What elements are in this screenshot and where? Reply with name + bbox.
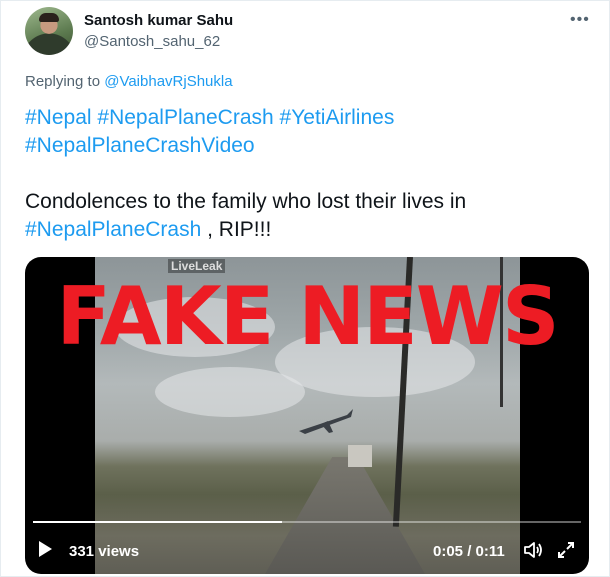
volume-icon[interactable] bbox=[523, 541, 543, 559]
user-handle[interactable]: @Santosh_sahu_62 bbox=[84, 33, 220, 50]
avatar[interactable] bbox=[25, 7, 73, 55]
tweet-card: Santosh kumar Sahu @Santosh_sahu_62 ••• … bbox=[0, 0, 610, 577]
tweet-body-line-2: #NepalPlaneCrash , RIP!!! bbox=[25, 216, 271, 244]
play-icon[interactable] bbox=[39, 541, 52, 557]
tweet-body-suffix: , RIP!!! bbox=[201, 218, 272, 241]
hashtag-link[interactable]: #NepalPlaneCrash bbox=[25, 218, 201, 241]
video-player[interactable]: LiveLeak FAKE NEWS 331 views 0:05 / 0:11 bbox=[25, 257, 589, 574]
replying-prefix: Replying to bbox=[25, 73, 105, 90]
display-name[interactable]: Santosh kumar Sahu bbox=[84, 12, 233, 29]
hashtag-link[interactable]: #Nepal bbox=[25, 106, 92, 129]
hashtag-line-2: #NepalPlaneCrashVideo bbox=[25, 132, 255, 160]
video-progress-bar[interactable] bbox=[33, 521, 581, 523]
fullscreen-icon[interactable] bbox=[557, 541, 575, 559]
video-time: 0:05 / 0:11 bbox=[433, 543, 505, 560]
hashtag-line-1: #Nepal #NepalPlaneCrash #YetiAirlines bbox=[25, 104, 394, 132]
hashtag-link[interactable]: #NepalPlaneCrashVideo bbox=[25, 134, 255, 157]
hashtag-link[interactable]: #YetiAirlines bbox=[280, 106, 395, 129]
fake-news-overlay: FAKE NEWS bbox=[56, 270, 559, 363]
replying-to-link[interactable]: @VaibhavRjShukla bbox=[104, 73, 232, 90]
more-icon[interactable]: ••• bbox=[570, 11, 590, 29]
video-progress-fill bbox=[33, 521, 283, 523]
hashtag-link[interactable]: #NepalPlaneCrash bbox=[97, 106, 273, 129]
airplane-icon bbox=[299, 409, 353, 434]
replying-to: Replying to @VaibhavRjShukla bbox=[25, 73, 233, 90]
tweet-body-line-1: Condolences to the family who lost their… bbox=[25, 190, 467, 213]
view-count: 331 views bbox=[69, 543, 140, 560]
